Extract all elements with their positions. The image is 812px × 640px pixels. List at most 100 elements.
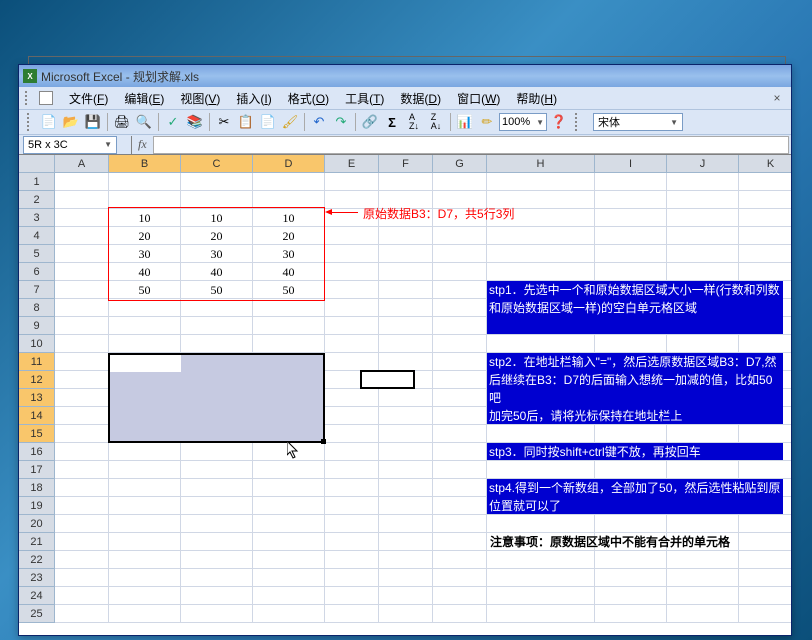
- copy-icon[interactable]: 📋: [236, 112, 256, 132]
- cell[interactable]: [325, 605, 379, 623]
- row-header[interactable]: 13: [19, 389, 55, 407]
- cell[interactable]: [739, 425, 791, 443]
- cell[interactable]: [181, 497, 253, 515]
- cell[interactable]: [739, 569, 791, 587]
- cell[interactable]: [109, 443, 181, 461]
- cell[interactable]: [325, 263, 379, 281]
- cell[interactable]: [181, 335, 253, 353]
- cell[interactable]: [433, 353, 487, 371]
- cell[interactable]: [667, 209, 739, 227]
- cell[interactable]: [55, 317, 109, 335]
- cell[interactable]: [667, 227, 739, 245]
- worksheet-grid[interactable]: ABCDEFGHIJK 1234567891011121314151617181…: [19, 155, 791, 635]
- cell[interactable]: [433, 371, 487, 389]
- zoom-combo[interactable]: 100%▼: [499, 113, 547, 131]
- cell[interactable]: [433, 281, 487, 299]
- cell[interactable]: [325, 443, 379, 461]
- chart-icon[interactable]: 📊: [455, 112, 475, 132]
- cell[interactable]: [433, 425, 487, 443]
- cell[interactable]: [487, 227, 595, 245]
- menu-data[interactable]: 数据(D): [394, 88, 447, 109]
- cell[interactable]: [325, 335, 379, 353]
- cell[interactable]: [739, 191, 791, 209]
- cell[interactable]: [739, 605, 791, 623]
- cell[interactable]: [739, 551, 791, 569]
- data-cell[interactable]: 10: [181, 209, 253, 227]
- sort-desc-icon[interactable]: ZA↓: [426, 112, 446, 132]
- row-header[interactable]: 2: [19, 191, 55, 209]
- cell[interactable]: [739, 335, 791, 353]
- cell[interactable]: [487, 587, 595, 605]
- cell[interactable]: [181, 551, 253, 569]
- row-header[interactable]: 19: [19, 497, 55, 515]
- cell[interactable]: [325, 479, 379, 497]
- cell[interactable]: [433, 299, 487, 317]
- cell[interactable]: [487, 605, 595, 623]
- row-header[interactable]: 22: [19, 551, 55, 569]
- cell[interactable]: [109, 587, 181, 605]
- fx-icon[interactable]: fx: [138, 137, 147, 152]
- cell[interactable]: [181, 173, 253, 191]
- cell[interactable]: [55, 569, 109, 587]
- cell[interactable]: [325, 173, 379, 191]
- cell[interactable]: [109, 191, 181, 209]
- cell[interactable]: [379, 443, 433, 461]
- cell[interactable]: [379, 245, 433, 263]
- cell[interactable]: [379, 317, 433, 335]
- cell[interactable]: [181, 605, 253, 623]
- cell[interactable]: [667, 425, 739, 443]
- cell[interactable]: [253, 461, 325, 479]
- row-header[interactable]: 8: [19, 299, 55, 317]
- cell[interactable]: [181, 299, 253, 317]
- cell[interactable]: [325, 245, 379, 263]
- cell[interactable]: [109, 335, 181, 353]
- cell[interactable]: [55, 407, 109, 425]
- cell[interactable]: [433, 605, 487, 623]
- data-cell[interactable]: 50: [109, 281, 181, 299]
- cell[interactable]: [325, 389, 379, 407]
- cell[interactable]: [325, 515, 379, 533]
- row-header[interactable]: 16: [19, 443, 55, 461]
- menu-tools[interactable]: 工具(T): [339, 88, 390, 109]
- cell[interactable]: [109, 533, 181, 551]
- cell[interactable]: [253, 443, 325, 461]
- cell[interactable]: [253, 317, 325, 335]
- menu-insert[interactable]: 插入(I): [230, 88, 277, 109]
- cell[interactable]: [55, 515, 109, 533]
- cell[interactable]: [739, 173, 791, 191]
- redo-icon[interactable]: ↷: [331, 112, 351, 132]
- help-icon[interactable]: ❓: [549, 112, 569, 132]
- cell[interactable]: [55, 281, 109, 299]
- cell[interactable]: [253, 605, 325, 623]
- close-doc-button[interactable]: ×: [769, 90, 785, 106]
- cell[interactable]: [487, 263, 595, 281]
- row-header[interactable]: 11: [19, 353, 55, 371]
- spelling-icon[interactable]: ✓: [163, 112, 183, 132]
- cell[interactable]: [325, 497, 379, 515]
- cell[interactable]: [739, 227, 791, 245]
- cell[interactable]: [595, 515, 667, 533]
- col-header[interactable]: J: [667, 155, 739, 173]
- cell[interactable]: [595, 605, 667, 623]
- toolbar-handle[interactable]: [27, 113, 33, 131]
- row-header[interactable]: 18: [19, 479, 55, 497]
- cell[interactable]: [739, 587, 791, 605]
- row-header[interactable]: 17: [19, 461, 55, 479]
- data-cell[interactable]: 20: [181, 227, 253, 245]
- cell[interactable]: [253, 335, 325, 353]
- menu-view[interactable]: 视图(V): [174, 88, 226, 109]
- row-header[interactable]: 9: [19, 317, 55, 335]
- col-header[interactable]: C: [181, 155, 253, 173]
- cell[interactable]: [433, 407, 487, 425]
- cell[interactable]: [379, 299, 433, 317]
- cell[interactable]: [595, 335, 667, 353]
- cell[interactable]: [433, 173, 487, 191]
- data-cell[interactable]: 20: [109, 227, 181, 245]
- cell[interactable]: [433, 317, 487, 335]
- cell[interactable]: [181, 317, 253, 335]
- data-cell[interactable]: 10: [253, 209, 325, 227]
- col-header[interactable]: A: [55, 155, 109, 173]
- cell[interactable]: [109, 551, 181, 569]
- cell[interactable]: [55, 335, 109, 353]
- row-header[interactable]: 4: [19, 227, 55, 245]
